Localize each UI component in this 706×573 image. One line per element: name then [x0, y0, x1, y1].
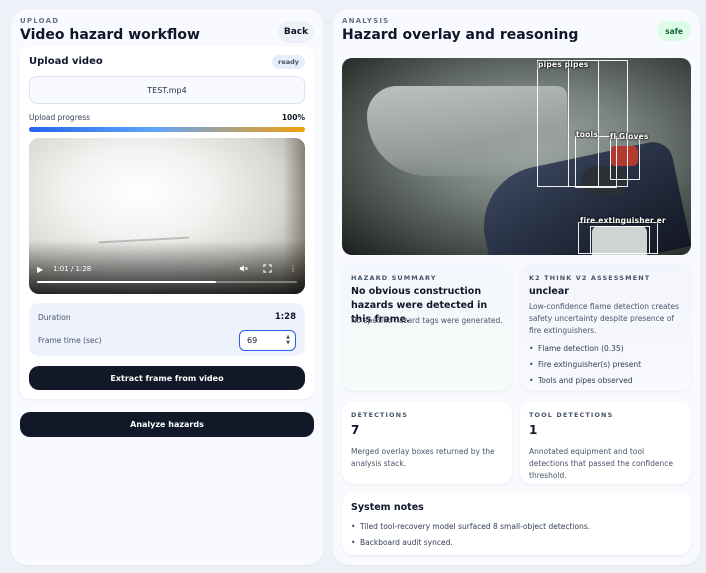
- status-badge: ready: [272, 55, 305, 69]
- analyze-hazards-button[interactable]: Analyze hazards: [20, 412, 314, 437]
- progress-label: Upload progress: [29, 113, 91, 122]
- tool-detections-count: 1: [529, 423, 538, 437]
- list-item: Tiled tool-recovery model surfaced 8 sma…: [351, 522, 590, 538]
- tool-detections-card: TOOL DETECTIONS 1 Annotated equipment an…: [520, 401, 691, 484]
- page-title: Video hazard workflow: [20, 27, 200, 43]
- k2-assessment-card: K2 THINK V2 ASSESSMENT unclear Low-confi…: [520, 264, 691, 391]
- upload-card: Upload video ready TEST.mp4 Upload progr…: [19, 46, 315, 399]
- analysis-panel: ANALYSIS Hazard overlay and reasoning sa…: [333, 9, 700, 565]
- frame-time-value: 69: [247, 336, 258, 345]
- fullscreen-icon[interactable]: [263, 264, 272, 275]
- duration-label: Duration: [38, 313, 71, 322]
- k2-bullets: Flame detection (0.35) Fire extinguisher…: [529, 344, 641, 392]
- list-item: Backboard audit synced.: [351, 538, 590, 554]
- extract-frame-button[interactable]: Extract frame from video: [29, 366, 305, 390]
- hazard-summary-body: No specific hazard tags were generated.: [351, 316, 503, 325]
- progress-fill: [29, 127, 305, 132]
- upload-eyebrow: UPLOAD: [20, 17, 60, 25]
- more-vertical-icon[interactable]: ⋮: [289, 264, 297, 273]
- detections-eyebrow: DETECTIONS: [351, 411, 408, 419]
- tool-detections-body: Annotated equipment and tool detections …: [529, 447, 674, 480]
- k2-body: Low-confidence flame detection creates s…: [529, 302, 680, 335]
- overlay-label-extinguisher: fire extinguisher er: [580, 216, 666, 225]
- overlay-label-tools: tools: [576, 130, 598, 139]
- k2-verdict: unclear: [529, 286, 569, 297]
- list-item: Flame detection (0.35): [529, 344, 641, 360]
- duration-value: 1:28: [274, 312, 296, 322]
- progress-value: 100%: [281, 113, 305, 122]
- mute-icon[interactable]: [239, 264, 248, 275]
- hazard-overlay-image: pipes pipes tools fl Gloves fire extingu…: [342, 58, 691, 255]
- bbox-gloves: [610, 138, 640, 180]
- frame-time-input[interactable]: 69 ▲ ▼: [239, 330, 296, 351]
- stepper-icon[interactable]: ▲ ▼: [286, 334, 290, 346]
- video-player[interactable]: ▶ 1:01 / 1:28 ⋮: [29, 138, 305, 294]
- analysis-title: Hazard overlay and reasoning: [342, 27, 579, 43]
- progress-bar: [29, 127, 305, 132]
- detections-body: Merged overlay boxes returned by the ana…: [351, 447, 495, 468]
- overlay-label-pipes: pipes pipes: [538, 60, 589, 69]
- list-item: Fire extinguisher(s) present: [529, 360, 641, 376]
- bbox-extinguisher-2: [590, 226, 650, 254]
- video-scrubber-fill: [37, 281, 217, 283]
- detections-card: DETECTIONS 7 Merged overlay boxes return…: [342, 401, 512, 484]
- k2-eyebrow: K2 THINK V2 ASSESSMENT: [529, 274, 651, 282]
- back-button[interactable]: Back: [278, 21, 314, 43]
- system-notes-list: Tiled tool-recovery model surfaced 8 sma…: [351, 522, 590, 554]
- video-time: 1:01 / 1:28: [53, 265, 92, 273]
- system-notes-card: System notes Tiled tool-recovery model s…: [342, 492, 691, 555]
- safety-badge: safe: [657, 21, 691, 41]
- hazard-summary-card: HAZARD SUMMARY No obvious construction h…: [342, 264, 512, 391]
- hazard-summary-eyebrow: HAZARD SUMMARY: [351, 274, 437, 282]
- video-meta: Duration 1:28 Frame time (sec) 69 ▲ ▼: [29, 303, 305, 356]
- tool-detections-eyebrow: TOOL DETECTIONS: [529, 411, 614, 419]
- file-input[interactable]: TEST.mp4: [29, 76, 305, 104]
- analysis-eyebrow: ANALYSIS: [342, 17, 390, 25]
- play-icon[interactable]: ▶: [37, 265, 43, 274]
- detections-count: 7: [351, 423, 360, 437]
- overlay-label-gloves: fl Gloves: [610, 132, 649, 141]
- upload-card-title: Upload video: [29, 56, 103, 67]
- upload-panel: UPLOAD Video hazard workflow Back Upload…: [11, 9, 323, 565]
- list-item: Tools and pipes observed: [529, 376, 641, 392]
- system-notes-title: System notes: [351, 502, 424, 513]
- video-scrubber[interactable]: [37, 281, 297, 283]
- frame-time-label: Frame time (sec): [38, 336, 102, 345]
